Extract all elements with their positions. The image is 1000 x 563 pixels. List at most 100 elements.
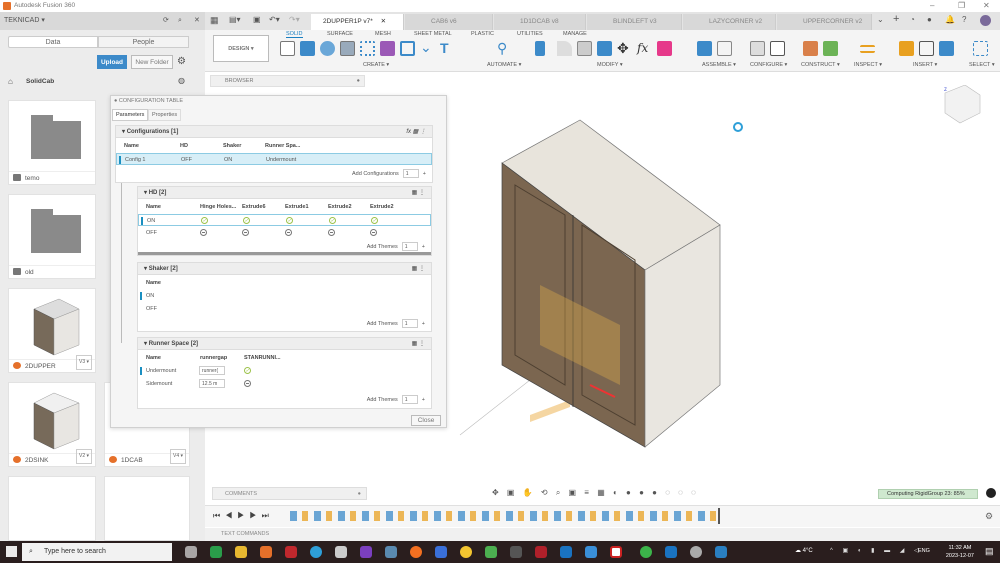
fillet-icon[interactable] bbox=[557, 41, 572, 56]
ribbon-tab-sheet-metal[interactable]: SHEET METAL bbox=[414, 31, 452, 37]
save-icon[interactable]: ▣ bbox=[253, 15, 261, 24]
ribbon-tab-surface[interactable]: SURFACE bbox=[327, 31, 353, 37]
table-row[interactable]: OFF bbox=[138, 227, 431, 239]
notification-center-icon[interactable]: ▤ bbox=[985, 546, 994, 557]
app-icon[interactable] bbox=[460, 546, 472, 558]
avatar[interactable] bbox=[980, 15, 991, 26]
insert-derive-icon[interactable] bbox=[899, 41, 914, 56]
help-icon[interactable]: ? bbox=[962, 15, 966, 24]
measure-icon[interactable] bbox=[860, 45, 875, 53]
chrome-icon[interactable] bbox=[210, 546, 222, 558]
ribbon-tab-manage[interactable]: MANAGE bbox=[563, 31, 587, 37]
weather-widget[interactable]: ☁ 4°C bbox=[795, 547, 813, 554]
settings-gear-icon[interactable]: ⚙ bbox=[177, 56, 186, 67]
design-card[interactable] bbox=[8, 476, 96, 541]
ribbon-tab-plastic[interactable]: PLASTIC bbox=[471, 31, 494, 37]
select-menu[interactable]: SELECT ▾ bbox=[969, 62, 995, 68]
press-pull-icon[interactable] bbox=[535, 41, 545, 56]
task-view-icon[interactable] bbox=[185, 546, 197, 558]
app-icon[interactable] bbox=[435, 546, 447, 558]
job-status-icon[interactable]: ◔ bbox=[910, 15, 915, 24]
table-row[interactable]: ON bbox=[138, 290, 431, 302]
table-row[interactable]: Undermount runner(✓ bbox=[138, 365, 431, 377]
add-button[interactable]: + bbox=[423, 171, 426, 177]
tab-parameters[interactable]: Parameters bbox=[112, 109, 149, 121]
new-tab-icon[interactable]: + bbox=[893, 13, 899, 25]
add-count-input[interactable]: 1 bbox=[401, 395, 418, 404]
search-icon[interactable]: ⌕ bbox=[178, 12, 182, 30]
app-icon[interactable] bbox=[535, 546, 547, 558]
timeline-features[interactable] bbox=[290, 511, 720, 521]
app-icon[interactable] bbox=[665, 546, 677, 558]
section-header[interactable]: ▾ Configurations [1] fx ▦ ⋮ bbox=[116, 126, 432, 138]
onenote-icon[interactable] bbox=[360, 546, 372, 558]
language-indicator[interactable]: ENG bbox=[918, 548, 930, 554]
app-icon[interactable] bbox=[385, 546, 397, 558]
runnergap-input[interactable]: 12.5 m bbox=[199, 379, 225, 388]
app-icon[interactable] bbox=[715, 546, 727, 558]
team-selector[interactable]: TEKNICAD ▾ ⟳ ⌕ ✕ bbox=[0, 12, 205, 30]
revolve-icon[interactable] bbox=[320, 41, 335, 56]
close-panel-icon[interactable]: ✕ bbox=[194, 12, 200, 30]
design-card-2dupper[interactable]: 2DUPPER V3 ▾ bbox=[8, 288, 96, 373]
horizontal-scrollbar[interactable] bbox=[138, 252, 431, 255]
rib-icon[interactable] bbox=[400, 41, 415, 56]
create-form-icon[interactable] bbox=[380, 41, 395, 56]
add-count-input[interactable]: 1 bbox=[401, 319, 418, 328]
table-row[interactable]: Config 1 OFF ON Undermount bbox=[116, 153, 432, 165]
firefox-icon[interactable] bbox=[410, 546, 422, 558]
globe-icon[interactable]: ◍ bbox=[178, 76, 185, 85]
new-folder-button[interactable]: New Folder bbox=[131, 55, 173, 69]
tab-overflow-icon[interactable]: ⌄ bbox=[877, 15, 884, 24]
move-icon[interactable]: ✥ bbox=[617, 41, 632, 56]
app-icon[interactable] bbox=[335, 546, 347, 558]
table-row[interactable]: Sidemount 12.5 m bbox=[138, 378, 431, 390]
app-icon[interactable] bbox=[585, 546, 597, 558]
navigation-bar[interactable]: ✥ ▣ ✋ ⟲ ⌕ ▣ ≡ ▦ ◐ ● ● ● ◌ ◌ ◌ bbox=[492, 488, 699, 498]
browser-panel-header[interactable]: BROWSER ● bbox=[210, 75, 365, 87]
refresh-icon[interactable]: ⟳ bbox=[163, 12, 169, 30]
create-menu[interactable]: CREATE ▾ bbox=[363, 62, 389, 68]
offset-plane-icon[interactable] bbox=[803, 41, 818, 56]
extensions-icon[interactable]: ● bbox=[927, 15, 932, 24]
view-cube[interactable] bbox=[944, 85, 981, 124]
automate-menu[interactable]: AUTOMATE ▾ bbox=[487, 62, 521, 68]
close-window-button[interactable]: ✕ bbox=[983, 0, 990, 12]
breadcrumb[interactable]: SolidCab bbox=[26, 78, 54, 85]
combine-icon[interactable] bbox=[597, 41, 612, 56]
fusion-taskbar-icon[interactable] bbox=[260, 546, 272, 558]
add-button[interactable]: + bbox=[422, 397, 425, 403]
ribbon-tab-solid[interactable]: SOLID bbox=[286, 31, 303, 38]
upload-button[interactable]: Upload bbox=[97, 55, 127, 69]
workspace-switcher[interactable]: DESIGN ▾ bbox=[213, 35, 269, 62]
construct-menu[interactable]: CONSTRUCT ▾ bbox=[801, 62, 840, 68]
tab-properties[interactable]: Properties bbox=[148, 109, 182, 121]
version-dropdown[interactable]: V2 ▾ bbox=[75, 449, 92, 464]
text-icon[interactable]: T bbox=[440, 41, 455, 56]
tab-cab6[interactable]: CAB6 v6 bbox=[405, 14, 493, 30]
redo-icon[interactable]: ↷▾ bbox=[289, 15, 300, 24]
ribbon-tab-utilities[interactable]: UTILITIES bbox=[517, 31, 543, 37]
taskbar-search[interactable]: ⌕ Type here to search bbox=[22, 543, 172, 561]
version-dropdown[interactable]: V4 ▾ bbox=[169, 449, 186, 464]
pin-icon[interactable]: ● bbox=[358, 488, 361, 500]
pin-icon[interactable]: ● bbox=[357, 76, 360, 87]
app-icon[interactable] bbox=[485, 546, 497, 558]
start-icon[interactable] bbox=[6, 546, 17, 557]
app-icon[interactable] bbox=[690, 546, 702, 558]
add-count-input[interactable]: 1 bbox=[401, 242, 418, 251]
hole-icon[interactable] bbox=[340, 41, 355, 56]
outlook-icon[interactable] bbox=[560, 546, 572, 558]
table-row[interactable]: OFF bbox=[138, 303, 431, 315]
joint-icon[interactable] bbox=[717, 41, 732, 56]
apps-grid-icon[interactable]: ▦ bbox=[210, 15, 219, 26]
assemble-menu[interactable]: ASSEMBLE ▾ bbox=[702, 62, 736, 68]
design-card[interactable] bbox=[104, 476, 190, 541]
add-button[interactable]: + bbox=[422, 244, 425, 250]
tab-lazycorner[interactable]: LAZYCORNER v2 bbox=[683, 14, 776, 30]
text-commands-panel[interactable]: TEXT COMMANDS bbox=[205, 528, 1000, 541]
configuration-table-icon[interactable] bbox=[770, 41, 785, 56]
tab-2dupper1p[interactable]: 2DUPPER1P v7* ✕ bbox=[311, 14, 404, 30]
tab-people[interactable]: People bbox=[98, 36, 189, 48]
timeline-settings-icon[interactable]: ⚙ bbox=[985, 511, 993, 522]
